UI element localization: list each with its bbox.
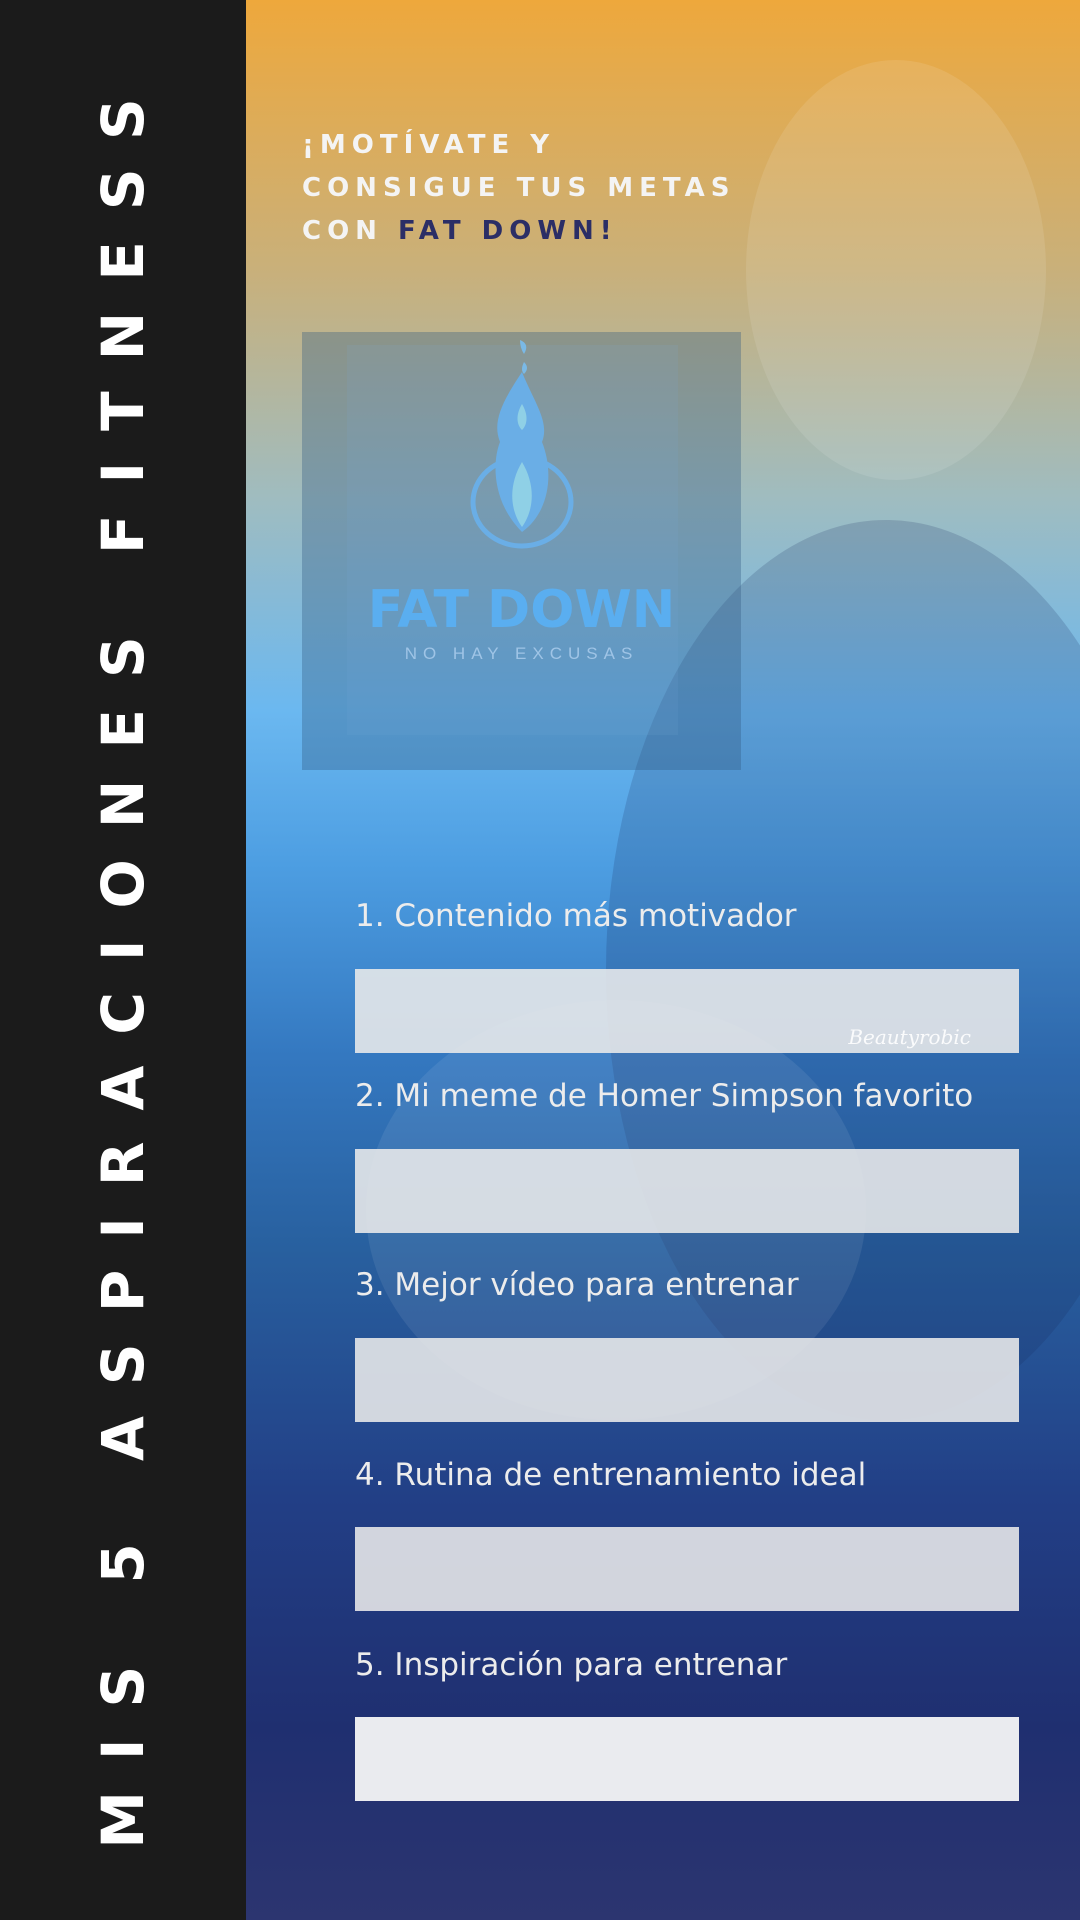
flame-icon [470, 340, 574, 549]
answer-field-2[interactable] [355, 1149, 1019, 1233]
watermark: Beautyrobic [848, 1025, 971, 1049]
logo-box: FAT DOWN NO HAY EXCUSAS [302, 332, 741, 770]
answer-field-5[interactable] [355, 1717, 1019, 1801]
answer-field-1[interactable]: Beautyrobic [355, 969, 1019, 1053]
answer-field-4[interactable] [355, 1527, 1019, 1611]
question-label-5: 5. Inspiración para entrenar [355, 1647, 788, 1683]
sidebar-title: MIS 5 ASPIRACIONES FITNESS [89, 67, 157, 1849]
headline-brand: FAT DOWN! [398, 216, 618, 246]
question-label-3: 3. Mejor vídeo para entrenar [355, 1267, 799, 1303]
question-label-4: 4. Rutina de entrenamiento ideal [355, 1457, 867, 1493]
logo-name: FAT DOWN [367, 580, 676, 640]
logo-tagline: NO HAY EXCUSAS [404, 644, 639, 663]
sidebar: MIS 5 ASPIRACIONES FITNESS [0, 0, 246, 1920]
question-label-2: 2. Mi meme de Homer Simpson favorito [355, 1078, 974, 1114]
main-panel: ¡MOTÍVATE Y CONSIGUE TUS METAS CON FAT D… [246, 0, 1080, 1920]
question-label-1: 1. Contenido más motivador [355, 898, 797, 934]
headline: ¡MOTÍVATE Y CONSIGUE TUS METAS CON FAT D… [302, 124, 762, 253]
background-photo-shape [746, 60, 1046, 480]
answer-field-3[interactable] [355, 1338, 1019, 1422]
